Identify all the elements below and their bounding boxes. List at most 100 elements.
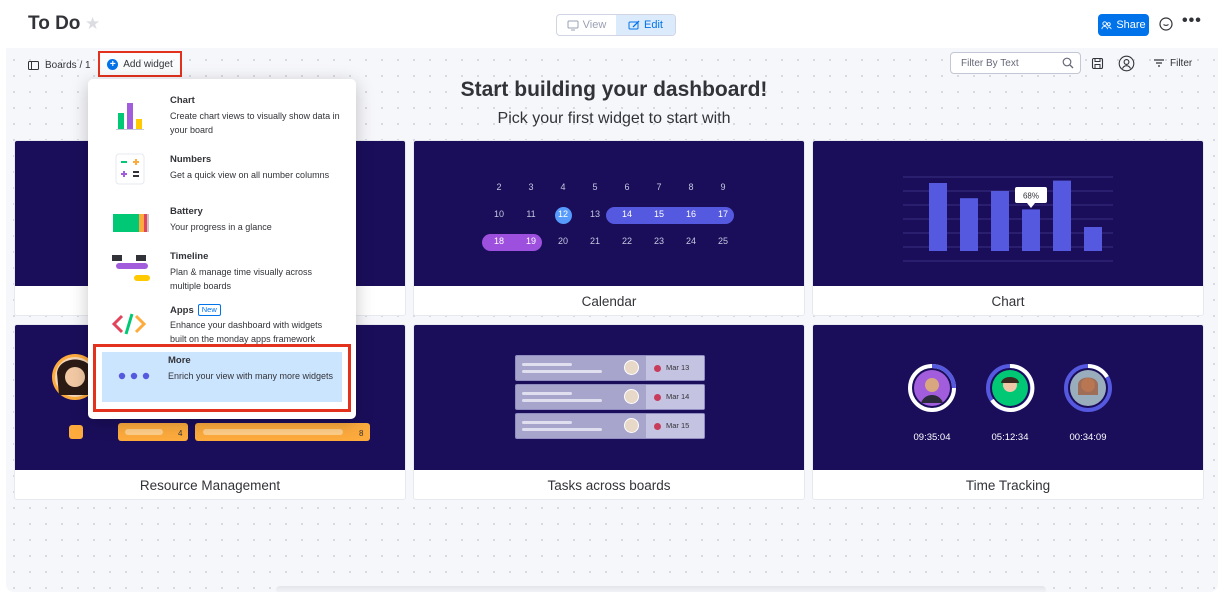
calendar-day: 18: [493, 236, 504, 246]
menu-item-title-text: Apps: [170, 305, 194, 316]
share-button[interactable]: Share: [1098, 14, 1149, 36]
card-label: Resource Management: [139, 477, 281, 493]
more-options-icon[interactable]: •••: [1182, 12, 1202, 30]
battery-icon: [113, 214, 149, 232]
task-line: [522, 421, 572, 424]
share-label: Share: [1116, 19, 1146, 31]
calendar-day: 6: [624, 182, 630, 192]
timer-ring: [1064, 364, 1112, 412]
chart-bar: [960, 198, 978, 251]
calendar-day: 14: [621, 209, 632, 219]
menu-item-timeline[interactable]: Timeline Plan & manage time visually acr…: [98, 251, 344, 293]
menu-item-numbers[interactable]: Numbers Get a quick view on all number c…: [98, 153, 344, 190]
calendar-day: 25: [717, 236, 728, 246]
dots-icon: [118, 372, 150, 380]
calendar-day: 20: [557, 236, 568, 246]
menu-item-battery[interactable]: Battery Your progress in a glance: [98, 206, 344, 242]
chart-bar: [1022, 209, 1040, 251]
add-widget-button[interactable]: + Add widget: [98, 51, 182, 77]
menu-item-apps[interactable]: Apps New Enhance your dashboard with widg…: [98, 304, 344, 346]
empty-state-heading: Start building your dashboard!: [460, 78, 768, 101]
menu-item-title: Chart: [170, 95, 195, 106]
calendar-day: 21: [589, 236, 600, 246]
view-edit-toggle: View Edit: [556, 14, 676, 36]
search-icon[interactable]: [1062, 57, 1074, 69]
scrollbar[interactable]: [276, 586, 1046, 592]
timer-ring: [986, 363, 1035, 412]
edit-icon: [628, 20, 640, 30]
status-dot: [654, 365, 661, 372]
chart-bar: [991, 191, 1009, 251]
chat-icon[interactable]: [1158, 16, 1174, 32]
task-date: Mar 14: [666, 392, 690, 401]
app-window: To Do ★ View Edit Share ••• Boards / 1 +: [6, 4, 1218, 592]
avatar-skin: [65, 367, 85, 387]
calendar-day: 11: [526, 209, 536, 219]
task-line: [522, 363, 572, 366]
people-icon: [1101, 20, 1112, 29]
calendar-day: 9: [720, 182, 726, 192]
view-button[interactable]: View: [557, 15, 616, 35]
edit-button[interactable]: Edit: [616, 15, 675, 35]
breadcrumb[interactable]: Boards / 1: [28, 60, 91, 71]
menu-item-title: Numbers: [170, 154, 212, 165]
calendar-day: 8: [688, 182, 694, 192]
star-icon[interactable]: ★: [85, 14, 100, 34]
menu-item-more-highlight: More Enrich your view with many more wid…: [102, 352, 342, 402]
card-label: Tasks across boards: [547, 477, 671, 493]
task-line: [522, 370, 602, 373]
timer-value: 00:34:09: [1069, 432, 1107, 443]
calendar-day: 2: [496, 182, 502, 192]
calendar-week: 18 19 20 21 22 23 24 25: [482, 231, 734, 258]
sidebar-icon: [28, 61, 39, 70]
calendar-day: 13: [589, 209, 600, 219]
task-date: Mar 13: [666, 363, 690, 372]
menu-item-more[interactable]: More Enrich your view with many more wid…: [93, 344, 351, 412]
person-filter-icon[interactable]: [1118, 55, 1135, 72]
widget-card-chart[interactable]: 68% Chart: [812, 140, 1204, 316]
code-icon: [111, 313, 147, 335]
bar-chart-icon: [116, 103, 144, 130]
menu-item-description: Get a quick view on all number columns: [170, 170, 330, 180]
timer: 09:35:04: [902, 363, 962, 443]
save-icon[interactable]: [1091, 57, 1104, 70]
widget-card-tasks-across-boards[interactable]: Mar 13 Mar 14 Mar 15 Tasks across boards: [413, 324, 805, 500]
calendar-day: 24: [685, 236, 696, 246]
time-tracking-illustration: 09:35:04 05:12:34 00:34:09: [813, 325, 1203, 470]
toolbar: Boards / 1 + Add widget Filter: [6, 48, 1218, 80]
calendar-day: 12: [557, 209, 568, 219]
task-line: [522, 399, 602, 402]
avatar: [624, 389, 639, 404]
filter-label: Filter: [1170, 57, 1193, 69]
menu-item-description: Enrich your view with many more widgets: [168, 371, 334, 381]
add-widget-label: Add widget: [123, 58, 173, 70]
calendar-day: 7: [656, 182, 662, 192]
widget-card-time-tracking[interactable]: 09:35:04 05:12:34 00:34:09 Time Tracking: [812, 324, 1204, 500]
calendar-day: 19: [525, 236, 536, 246]
card-label: Time Tracking: [965, 477, 1051, 493]
task-line: [522, 428, 602, 431]
chart-tooltip-value: 68%: [1023, 192, 1039, 201]
resource-bar-fill: [125, 429, 163, 435]
status-dot: [654, 423, 661, 430]
menu-item-title: Apps New: [170, 304, 221, 316]
menu-item-title: Battery: [170, 206, 203, 217]
new-badge: New: [197, 304, 221, 316]
card-label: Chart: [991, 293, 1025, 309]
widget-card-calendar[interactable]: 2 3 4 5 6 7 8 9 10 11 12 13 14 15 16 17 …: [413, 140, 805, 316]
calendar-day: 3: [528, 182, 534, 192]
calendar-day: 23: [653, 236, 664, 246]
menu-item-chart[interactable]: Chart Create chart views to visually sho…: [98, 95, 344, 137]
task-row: Mar 15: [515, 413, 705, 439]
calendar-week: 10 11 12 13 14 15 16 17: [484, 204, 734, 231]
menu-item-title: More: [168, 355, 191, 366]
timeline-icon: [112, 255, 150, 281]
filter-button[interactable]: Filter: [1153, 57, 1192, 69]
calendar-day: 17: [717, 209, 728, 219]
calendar-grid: 2 3 4 5 6 7 8 9 10 11 12 13 14 15 16 17 …: [482, 177, 734, 258]
status-dot: [654, 394, 661, 401]
plus-icon: +: [107, 58, 119, 70]
resource-bar-fill: [203, 429, 343, 435]
timer: 00:34:09: [1058, 363, 1118, 443]
chart-bar: [1053, 180, 1071, 251]
